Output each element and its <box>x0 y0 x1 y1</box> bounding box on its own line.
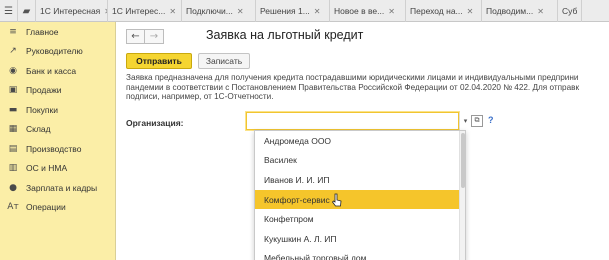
tab-label: Решения 1... <box>260 6 310 16</box>
sidebar-item-5[interactable]: ▦ Склад <box>0 120 115 140</box>
tab-label: Суб <box>562 6 578 16</box>
description-line: Заявка предназначена для получения креди… <box>126 73 579 82</box>
sidebar-item-3[interactable]: ▣ Продажи <box>0 81 115 101</box>
close-tab-icon[interactable]: ✕ <box>237 7 244 16</box>
sidebar-item-6[interactable]: ▤ Производство <box>0 139 115 159</box>
send-button[interactable]: Отправить <box>126 53 192 69</box>
history-nav: ← → <box>126 29 164 44</box>
sidebar-item-0[interactable]: ≡ Главное <box>0 22 115 42</box>
organization-input[interactable]: ▾ <box>246 112 467 130</box>
close-tab-icon[interactable]: ✕ <box>169 7 176 16</box>
tab-6[interactable]: Подводим... ✕ <box>482 0 558 22</box>
operations-icon: Ат <box>7 202 19 213</box>
tab-2[interactable]: Подключи... ✕ <box>182 0 256 22</box>
dropdown-scrollbar[interactable] <box>459 131 465 260</box>
close-tab-icon[interactable]: ✕ <box>388 7 395 16</box>
tab-0[interactable]: 1С Интересная✕ <box>36 0 108 22</box>
tab-7[interactable]: Суб <box>558 0 582 22</box>
sidebar-item-label: Банк и касса <box>26 65 77 76</box>
dropdown-option[interactable]: Кукушкин А. Л. ИП <box>255 229 465 249</box>
dropdown-option[interactable]: Андромеда ООО <box>255 131 465 151</box>
warehouse-icon: ▦ <box>8 124 18 135</box>
sidebar-item-4[interactable]: ▬ Покупки <box>0 100 115 120</box>
sales-icon: ▣ <box>8 85 18 96</box>
trend-icon: ↗ <box>9 46 17 57</box>
organization-dropdown: Андромеда ООО Василек Иванов И. И. ИП Комфо… <box>254 130 466 260</box>
sidebar-item-label: Операции <box>26 202 66 213</box>
description-line: пандемии в соответствии с Постановлением… <box>126 82 580 92</box>
mouse-cursor-icon <box>331 193 342 207</box>
cart-icon: ▬ <box>8 104 18 115</box>
main-panel: ← → Заявка на льготный кредит Отправить … <box>116 22 609 260</box>
sidebar-item-label: Производство <box>26 143 82 154</box>
sidebar: ≡ Главное ↗ Руководителю ◉ Банк и касса ▣ Прода… <box>0 22 116 260</box>
sidebar-item-9[interactable]: Ат Операции <box>0 198 115 218</box>
menu-icon: ≡ <box>9 26 17 37</box>
sidebar-item-1[interactable]: ↗ Руководителю <box>0 42 115 62</box>
scrollbar-thumb[interactable] <box>461 133 465 188</box>
dropdown-arrow-icon[interactable]: ▾ <box>459 113 471 129</box>
sidebar-item-8[interactable]: ● Зарплата и кадры <box>0 178 115 198</box>
sidebar-item-label: Склад <box>26 124 51 135</box>
page-title: Заявка на льготный кредит <box>206 28 364 42</box>
dropdown-option[interactable]: Мебельный торговый дом <box>255 249 465 260</box>
dropdown-option[interactable]: Комфорт-сервис <box>255 189 465 210</box>
tab-label: Подводим... <box>486 6 534 16</box>
tab-label: 1С Интересная <box>40 6 101 16</box>
tab-4[interactable]: Новое в ве... ✕ <box>330 0 406 22</box>
tab-bar: ☰ ▰ 1С Интересная✕1С Интерес...✕Подключи… <box>0 0 609 22</box>
tab-1[interactable]: 1С Интерес... ✕ <box>108 0 182 22</box>
tab-3[interactable]: Решения 1... ✕ <box>256 0 330 22</box>
sidebar-item-label: ОС и НМА <box>26 163 68 174</box>
sidebar-item-7[interactable]: ▥ ОС и НМА <box>0 159 115 179</box>
description-text: Заявка предназначена для получения креди… <box>126 73 609 102</box>
description-line: подписи, например, от 1С-Отчетности. <box>126 92 274 101</box>
close-tab-icon[interactable]: ✕ <box>537 7 544 16</box>
menu-icon[interactable]: ☰ <box>0 0 18 22</box>
production-icon: ▤ <box>8 143 18 154</box>
close-tab-icon[interactable]: ✕ <box>467 7 474 16</box>
organization-label: Организация: <box>126 118 184 128</box>
save-button[interactable]: Записать <box>198 53 250 69</box>
people-icon: ● <box>9 182 17 193</box>
open-icon[interactable]: ⧉ <box>471 115 483 127</box>
forward-button[interactable]: → <box>145 29 164 44</box>
comment-icon[interactable]: ▰ <box>18 0 36 22</box>
tab-label: Новое в ве... <box>334 6 385 16</box>
tab-5[interactable]: Переход на... ✕ <box>406 0 482 22</box>
dropdown-option[interactable]: Иванов И. И. ИП <box>255 170 465 190</box>
sidebar-item-label: Главное <box>26 26 59 37</box>
sidebar-item-label: Покупки <box>26 104 58 115</box>
back-button[interactable]: ← <box>126 29 145 44</box>
tab-label: Подключи... <box>186 6 233 16</box>
sidebar-item-label: Зарплата и кадры <box>26 182 98 193</box>
dropdown-option[interactable]: Василек <box>255 151 465 171</box>
assets-icon: ▥ <box>8 163 18 174</box>
help-icon[interactable]: ? <box>488 115 494 125</box>
sidebar-item-label: Руководителю <box>26 46 83 57</box>
tab-label: 1С Интерес... <box>112 6 166 16</box>
dropdown-option[interactable]: Конфетпром <box>255 209 465 229</box>
close-tab-icon[interactable]: ✕ <box>314 7 321 16</box>
sidebar-item-2[interactable]: ◉ Банк и касса <box>0 61 115 81</box>
sidebar-item-label: Продажи <box>26 85 62 96</box>
tab-label: Переход на... <box>410 6 463 16</box>
bank-icon: ◉ <box>9 65 17 76</box>
